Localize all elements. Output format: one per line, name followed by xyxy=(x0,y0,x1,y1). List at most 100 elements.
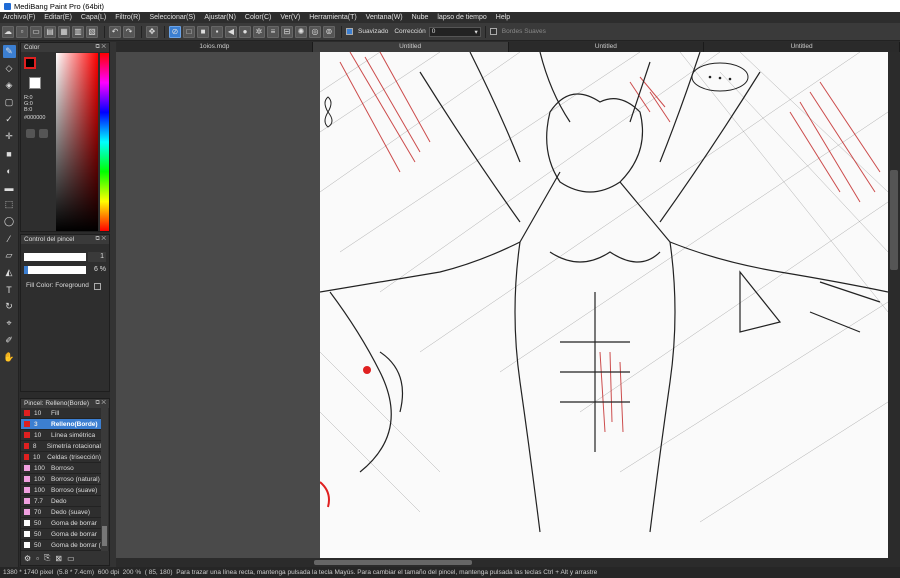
circle-icon[interactable]: ● xyxy=(239,25,251,38)
drawing-canvas[interactable] xyxy=(320,52,888,558)
operation-icon[interactable]: ↻ xyxy=(3,300,16,313)
brush-item[interactable]: 3 Relleno(Borde) xyxy=(21,419,101,430)
settings-icon[interactable]: ⚙ xyxy=(24,554,31,563)
save-icon[interactable]: ▦ xyxy=(58,25,70,38)
fill-mode-icon[interactable]: ■ xyxy=(197,25,209,38)
suavizado-checkbox[interactable] xyxy=(346,28,353,35)
snap-parallel-icon[interactable]: ≡ xyxy=(267,25,279,38)
menu-lapso[interactable]: lapso de tiempo xyxy=(437,14,486,21)
magic-wand-icon[interactable]: ✓ xyxy=(3,113,16,126)
vertical-scrollbar[interactable] xyxy=(888,52,900,558)
cloud-icon[interactable]: ☁ xyxy=(2,25,14,38)
open-icon[interactable]: ▤ xyxy=(44,25,56,38)
snap-radial-icon[interactable]: ✺ xyxy=(295,25,307,38)
red-accents xyxy=(339,52,881,433)
panel-controls-icon[interactable]: ⧉ ✕ xyxy=(95,235,106,244)
brush-size-value[interactable]: 1 xyxy=(88,252,106,262)
menu-capa[interactable]: Capa(L) xyxy=(81,14,106,21)
hand-icon[interactable]: ✋ xyxy=(3,351,16,364)
menu-archivo[interactable]: Archivo(F) xyxy=(3,14,35,21)
rect-mode-icon[interactable]: □ xyxy=(183,25,195,38)
eraser-icon[interactable]: ◇ xyxy=(3,62,16,75)
pen-icon[interactable]: ✎ xyxy=(2,45,16,58)
snap-concentric-icon[interactable]: ⊚ xyxy=(323,25,335,38)
correccion-select[interactable]: 0 ▾ xyxy=(428,26,481,37)
horizontal-scroll-thumb[interactable] xyxy=(314,560,472,565)
panel-controls-icon[interactable]: ⧉ ✕ xyxy=(95,43,106,52)
triangle-icon[interactable]: ◀ xyxy=(225,25,237,38)
brush-item[interactable]: 10 Celdas (trisección) xyxy=(21,452,101,463)
gradient-icon[interactable]: ▬ xyxy=(3,181,16,194)
transform-icon[interactable]: ✥ xyxy=(146,25,158,38)
vertical-scroll-thumb[interactable] xyxy=(890,170,898,270)
pen-alt-icon[interactable]: ✐ xyxy=(3,334,16,347)
horizontal-scrollbar[interactable] xyxy=(116,558,888,567)
brush-item[interactable]: 100 Borroso xyxy=(21,463,101,474)
menu-filtro[interactable]: Filtro(R) xyxy=(115,14,140,21)
tab-1oios[interactable]: 1oios.mdp xyxy=(117,42,313,52)
snap-circle-icon[interactable]: ◎ xyxy=(309,25,321,38)
brush-item[interactable]: 10 Fill xyxy=(21,408,101,419)
hue-slider[interactable] xyxy=(100,53,109,231)
brush-item[interactable]: 100 Borroso (natural) xyxy=(21,474,101,485)
menu-seleccionar[interactable]: Seleccionar(S) xyxy=(149,14,195,21)
brush-item[interactable]: 50 Goma de borrar xyxy=(21,529,101,540)
mask-icon[interactable]: ▪ xyxy=(211,25,223,38)
copy-brush-icon[interactable]: ⎘ xyxy=(44,553,50,563)
pen-mode-icon[interactable]: ⊘ xyxy=(169,25,181,38)
text-icon[interactable]: T xyxy=(3,283,16,296)
brush-list-scroll-thumb[interactable] xyxy=(102,526,107,546)
brush-item[interactable]: 10 Línea simétrica xyxy=(21,430,101,441)
menu-ver[interactable]: Ver(V) xyxy=(280,14,300,21)
chat-icon[interactable]: ▭ xyxy=(30,25,42,38)
new-file-icon[interactable]: ▫ xyxy=(16,25,28,38)
move-icon[interactable]: ✛ xyxy=(3,130,16,143)
tab-untitled-1[interactable]: Untitled xyxy=(312,42,509,52)
add-brush-icon[interactable]: ▫ xyxy=(36,554,39,563)
panel-controls-icon[interactable]: ⧉ ✕ xyxy=(95,399,106,408)
brush-opacity-slider[interactable] xyxy=(24,266,86,274)
marquee-icon[interactable]: ⬚ xyxy=(3,198,16,211)
menu-editar[interactable]: Editar(E) xyxy=(44,14,72,21)
folder-icon[interactable]: ▭ xyxy=(67,554,75,563)
brush-item[interactable]: 50 Goma de borrar ( xyxy=(21,540,101,551)
menu-help[interactable]: Help xyxy=(496,14,510,21)
brush-item[interactable]: 8 Simetría rotacional xyxy=(21,441,101,452)
brush-list-scrollbar[interactable] xyxy=(101,408,108,551)
brush-item[interactable]: 7.7 Dedo xyxy=(21,496,101,507)
tab-untitled-2[interactable]: Untitled xyxy=(509,42,705,52)
select-fill-icon[interactable]: ◭ xyxy=(3,266,16,279)
palette-alt-button-icon[interactable] xyxy=(39,129,48,138)
menu-nube[interactable]: Nube xyxy=(412,14,429,21)
select-pen-icon[interactable]: ⁄ xyxy=(3,232,16,245)
menu-herramienta[interactable]: Herramienta(T) xyxy=(309,14,356,21)
saturation-value-picker[interactable] xyxy=(56,53,98,231)
shape-rect-icon[interactable]: ■ xyxy=(3,147,16,160)
fill-color-checkbox[interactable] xyxy=(94,283,101,290)
undo-icon[interactable]: ↶ xyxy=(109,25,121,38)
brush-item[interactable]: 70 Dedo (suave) xyxy=(21,507,101,518)
brush-size-slider[interactable] xyxy=(24,253,86,261)
menu-color[interactable]: Color(C) xyxy=(245,14,271,21)
layout-icon[interactable]: ▧ xyxy=(86,25,98,38)
menu-ventana[interactable]: Ventana(W) xyxy=(366,14,403,21)
brush-item[interactable]: 100 Borroso (suave) xyxy=(21,485,101,496)
bucket-icon[interactable]: ◐ xyxy=(3,164,16,177)
tab-untitled-3[interactable]: Untitled xyxy=(704,42,900,52)
redo-icon[interactable]: ↷ xyxy=(123,25,135,38)
lasso-icon[interactable]: ◯ xyxy=(3,215,16,228)
delete-brush-icon[interactable]: ⊠ xyxy=(55,554,62,563)
select-eraser-icon[interactable]: ▱ xyxy=(3,249,16,262)
brush-item[interactable]: 50 Goma de borrar xyxy=(21,518,101,529)
select-rect-icon[interactable]: ▢ xyxy=(3,96,16,109)
snap-perspective-icon[interactable]: ⊟ xyxy=(281,25,293,38)
menu-ajustar[interactable]: Ajustar(N) xyxy=(204,14,236,21)
dot-eraser-icon[interactable]: ◈ xyxy=(3,79,16,92)
bordes-suaves-checkbox[interactable] xyxy=(489,28,497,35)
primary-color-swatch[interactable] xyxy=(24,57,36,69)
grid-icon[interactable]: ▥ xyxy=(72,25,84,38)
snap-grid-icon[interactable]: ✲ xyxy=(253,25,265,38)
palette-button-icon[interactable] xyxy=(26,129,35,138)
eyedropper-icon[interactable]: ⌖ xyxy=(3,317,16,330)
secondary-color-swatch[interactable] xyxy=(29,77,41,89)
